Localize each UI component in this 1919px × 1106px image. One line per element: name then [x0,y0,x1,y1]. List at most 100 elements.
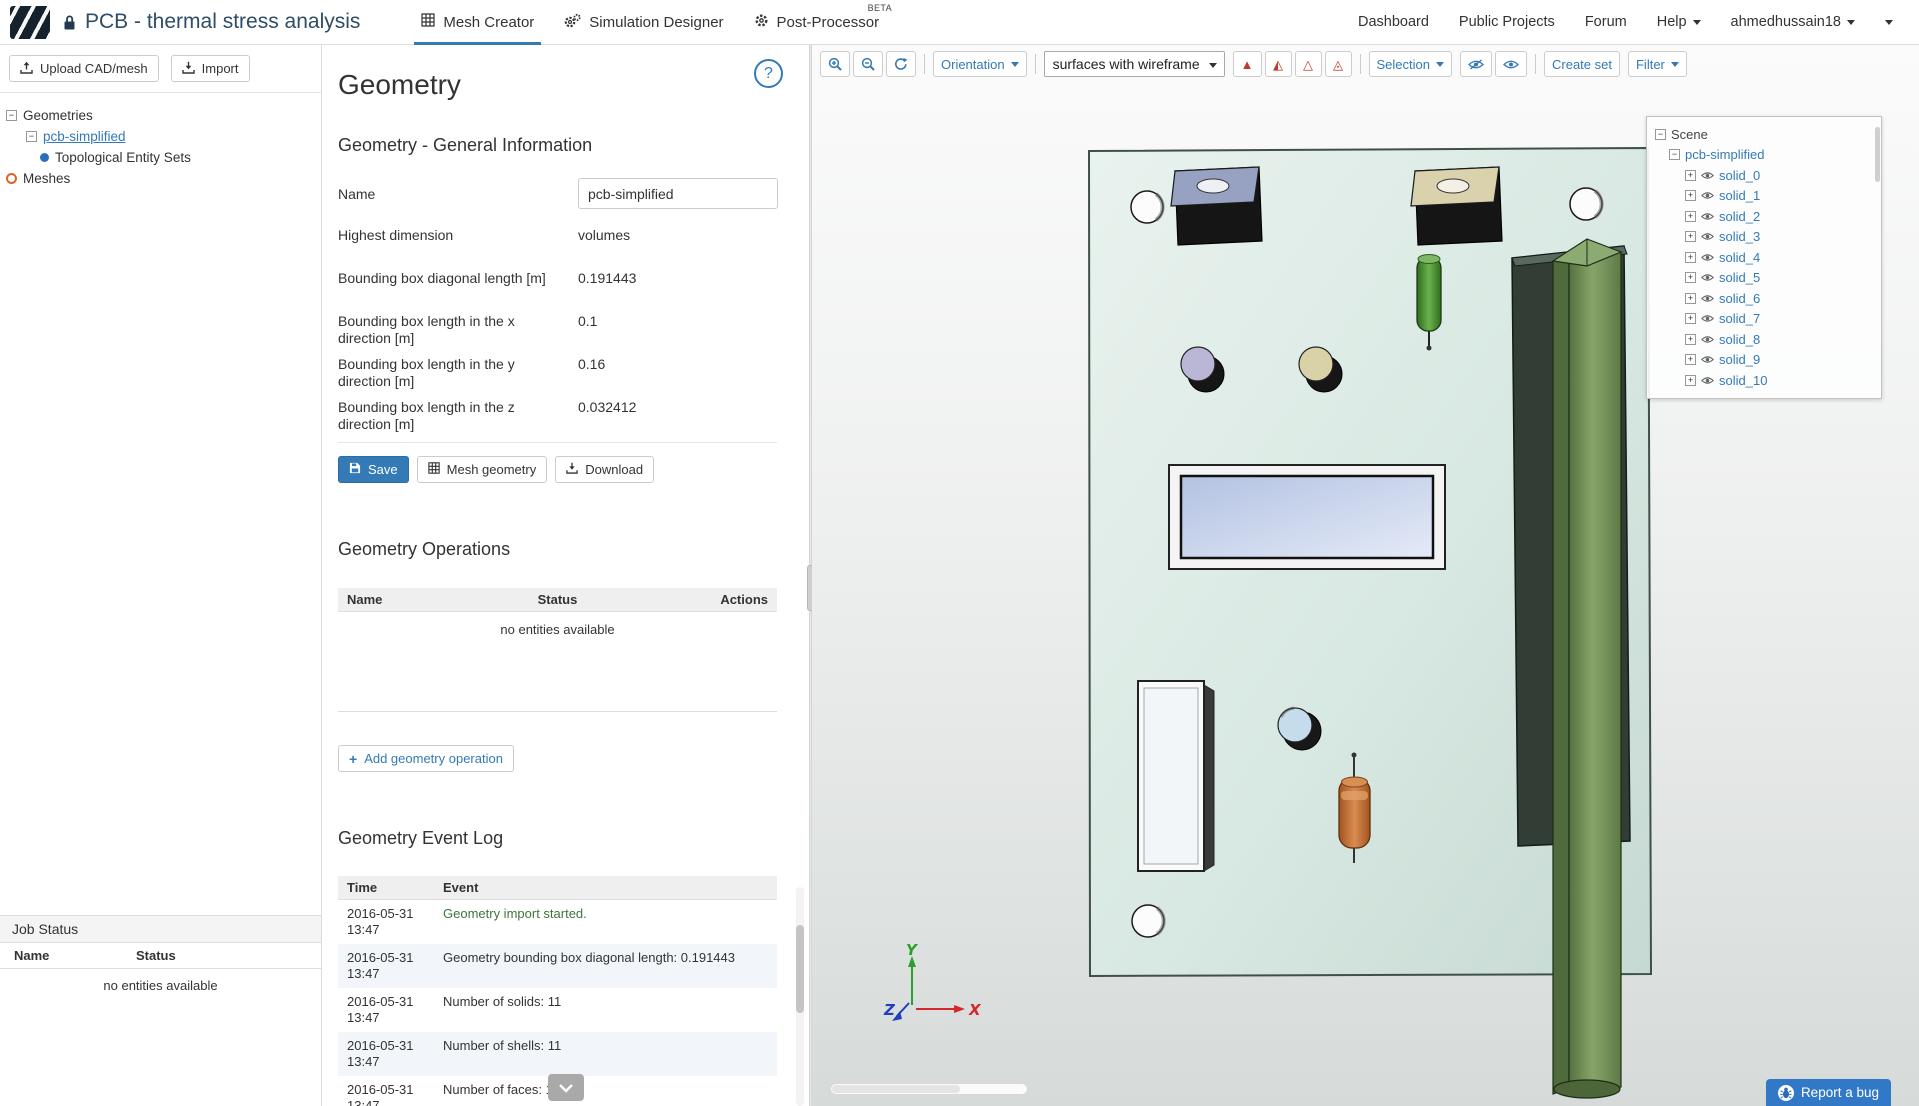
nav-dashboard[interactable]: Dashboard [1358,14,1429,30]
component-relay-left[interactable] [1170,166,1263,246]
expand-icon[interactable]: + [1685,210,1696,222]
scene-tree-solid[interactable]: + solid_4 [1655,247,1873,268]
orientation-button[interactable]: Orientation [933,51,1027,77]
zoom-out-button[interactable] [853,51,883,77]
eye-icon[interactable] [1701,376,1714,385]
eye-icon[interactable] [1701,253,1714,262]
eye-icon[interactable] [1701,232,1714,241]
expand-icon[interactable]: + [1685,169,1696,181]
expand-icon[interactable]: + [1685,190,1696,202]
expand-icon[interactable]: + [1685,374,1696,386]
expand-icon[interactable]: + [1685,292,1696,304]
component-heatsink[interactable] [1551,238,1623,1099]
mounting-hole[interactable] [1569,187,1604,221]
hide-selected-button[interactable] [1460,51,1492,77]
scene-tree-solid[interactable]: + solid_10 [1655,370,1873,391]
col-name: Name [347,592,383,607]
tab-post-processor[interactable]: Post-Processor BETA [739,0,895,45]
component-relay-white[interactable] [1137,680,1215,872]
save-button[interactable]: Save [338,456,409,483]
tree-item-geometries[interactable]: − Geometries [6,105,315,126]
eye-icon[interactable] [1701,191,1714,200]
expand-icon[interactable]: + [1685,272,1696,284]
eye-icon[interactable] [1701,314,1714,323]
zoom-in-button[interactable] [820,51,850,77]
info-label: Bounding box diagonal length [m] [338,270,546,286]
import-button[interactable]: Import [170,55,250,82]
tree-item-pcb-simplified[interactable]: − pcb-simplified [6,126,315,147]
collapse-icon[interactable]: − [26,131,37,142]
component-lcd-display[interactable] [1168,464,1446,570]
scene-tree-solid[interactable]: + solid_1 [1655,186,1873,207]
eye-icon[interactable] [1701,294,1714,303]
expand-icon[interactable]: + [1685,313,1696,325]
show-selected-button[interactable] [1495,51,1527,77]
create-set-button[interactable]: Create set [1544,51,1620,77]
scene-tree-solid[interactable]: + solid_0 [1655,165,1873,186]
help-button[interactable]: ? [754,59,783,88]
scene-tree-scrollbar[interactable] [1875,127,1880,182]
eye-icon[interactable] [1701,273,1714,282]
triangle-solid-button[interactable]: ▲ [1232,51,1262,77]
expand-icon[interactable]: + [1685,231,1696,243]
scene-tree-solid[interactable]: + solid_9 [1655,350,1873,371]
triangle-half-button[interactable]: ◭ [1264,51,1292,77]
user-menu[interactable]: ahmedhussain18 [1731,14,1855,30]
scene-tree-solid[interactable]: + solid_8 [1655,329,1873,350]
extra-dropdown[interactable] [1885,19,1893,25]
add-geometry-operation-button[interactable]: + Add geometry operation [338,745,514,772]
nav-help-menu[interactable]: Help [1657,14,1701,30]
expand-icon[interactable]: + [1685,251,1696,263]
collapse-icon[interactable]: − [1669,149,1680,161]
mesh-geometry-button[interactable]: Mesh geometry [416,456,548,483]
tab-simulation-designer[interactable]: Simulation Designer [549,0,738,45]
event-time: 2016-05-31 13:47 [347,1082,414,1106]
report-bug-button[interactable]: Report a bug [1765,1079,1891,1106]
tab-mesh-creator[interactable]: Mesh Creator [406,0,549,45]
viewer-hscrollbar-thumb[interactable] [832,1085,960,1093]
expand-icon[interactable]: + [1685,354,1696,366]
scene-tree-geometry[interactable]: − pcb-simplified [1655,145,1873,166]
geometry-name-input[interactable] [578,178,778,209]
tree-item-meshes[interactable]: Meshes [6,168,315,189]
app-logo[interactable] [10,5,50,39]
axis-y-label: Y [906,943,919,959]
scene-label: Scene [1671,126,1708,142]
upload-cad-button[interactable]: Upload CAD/mesh [9,55,159,82]
triangle-outline-button[interactable]: △ [1294,51,1322,77]
username: ahmedhussain18 [1730,14,1841,30]
eye-icon[interactable] [1701,355,1714,364]
triangle-dot-button[interactable]: ◬ [1324,51,1352,77]
mounting-hole[interactable] [1131,904,1166,938]
scene-tree-solid[interactable]: + solid_5 [1655,268,1873,289]
viewer-hscrollbar[interactable] [830,1083,1028,1095]
eye-icon[interactable] [1701,212,1714,221]
reset-view-button[interactable] [886,51,916,77]
eye-icon[interactable] [1701,335,1714,344]
display-mode-select[interactable]: surfaces with wireframe [1043,51,1225,77]
job-status-panel: Job Status Name Status no entities avail… [0,915,321,1002]
collapse-icon[interactable]: − [6,110,17,121]
nav-public-projects[interactable]: Public Projects [1459,14,1555,30]
scroll-down-button[interactable] [547,1074,584,1101]
component-relay-right[interactable] [1410,166,1503,246]
mounting-hole[interactable] [1130,190,1165,224]
section-divider [338,442,777,443]
download-button[interactable]: Download [555,456,655,483]
selection-button[interactable]: Selection [1368,51,1452,77]
scene-tree-solid[interactable]: + solid_7 [1655,309,1873,330]
scene-tree-root[interactable]: − Scene [1655,124,1873,145]
event-log-scrollbar[interactable] [796,925,804,1013]
scene-tree-solid[interactable]: + solid_3 [1655,227,1873,248]
nav-forum[interactable]: Forum [1585,14,1627,30]
triangle-half-icon: ◭ [1273,56,1284,72]
expand-icon[interactable]: + [1685,333,1696,345]
filter-button[interactable]: Filter [1627,51,1687,77]
solid-label: solid_7 [1719,311,1761,327]
scene-tree-solid[interactable]: + solid_2 [1655,206,1873,227]
tree-item-topological-entity-sets[interactable]: Topological Entity Sets [6,147,315,168]
scene-tree-solid[interactable]: + solid_6 [1655,288,1873,309]
eye-icon[interactable] [1701,171,1714,180]
viewport-3d[interactable]: Orientation surfaces with wireframe ▲ ◭ … [812,45,1919,1106]
collapse-icon[interactable]: − [1655,128,1666,140]
